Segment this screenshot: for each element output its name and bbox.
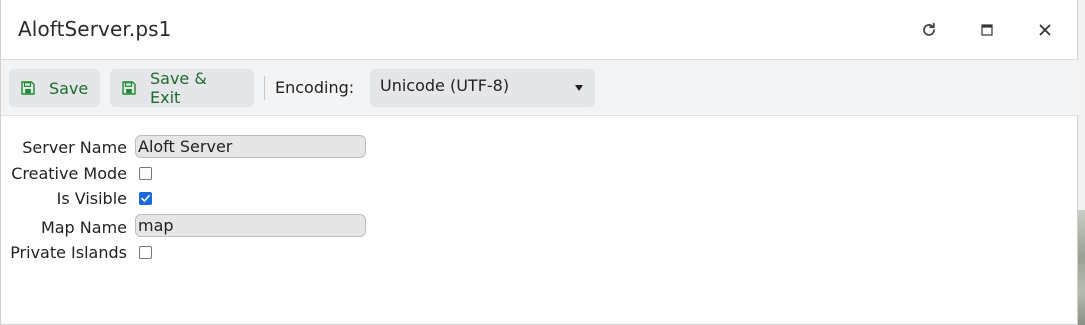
form-row-creative-mode: Creative Mode — [1, 164, 601, 188]
form-row-server-name: Server Name — [1, 135, 601, 160]
save-exit-button-label: Save & Exit — [150, 69, 207, 107]
is-visible-label: Is Visible — [56, 189, 127, 208]
is-visible-checkbox[interactable] — [139, 192, 152, 205]
floppy-disk-icon — [122, 81, 136, 95]
toolbar-divider — [264, 76, 265, 100]
checkmark-icon — [141, 195, 150, 202]
encoding-value: Unicode (UTF-8) — [380, 76, 510, 95]
background-image-edge — [1078, 210, 1085, 325]
form-row-map-name: Map Name — [1, 214, 601, 239]
creative-mode-checkbox[interactable] — [139, 167, 152, 180]
encoding-select[interactable]: Unicode (UTF-8) — [370, 69, 595, 107]
private-islands-label: Private Islands — [10, 243, 127, 262]
encoding-label: Encoding: — [275, 78, 355, 97]
creative-mode-label: Creative Mode — [11, 164, 127, 183]
private-islands-checkbox[interactable] — [139, 246, 152, 259]
map-name-label: Map Name — [40, 218, 127, 237]
save-exit-button[interactable]: Save & Exit — [110, 69, 254, 107]
map-name-input[interactable] — [135, 214, 366, 237]
window-title: AloftServer.ps1 — [18, 17, 172, 41]
title-bar: AloftServer.ps1 — [1, 0, 1079, 60]
maximize-button[interactable] — [973, 16, 1001, 44]
background-desktop — [1078, 0, 1085, 210]
editor-dialog: AloftServer.ps1 Save Save & Exit Encodin… — [0, 0, 1079, 325]
server-name-label: Server Name — [22, 138, 127, 157]
form-row-private-islands: Private Islands — [1, 243, 601, 267]
toolbar: Save Save & Exit Encoding: Unicode (UTF-… — [1, 60, 1079, 116]
form-row-is-visible: Is Visible — [1, 189, 601, 213]
chevron-down-icon — [575, 85, 583, 91]
maximize-icon — [981, 24, 993, 36]
server-name-input[interactable] — [135, 135, 366, 158]
save-button[interactable]: Save — [9, 69, 100, 107]
save-button-label: Save — [49, 78, 89, 98]
floppy-disk-icon — [21, 81, 35, 95]
close-icon — [1039, 24, 1051, 36]
refresh-icon — [923, 22, 935, 36]
close-button[interactable] — [1031, 16, 1059, 44]
refresh-button[interactable] — [915, 16, 943, 44]
